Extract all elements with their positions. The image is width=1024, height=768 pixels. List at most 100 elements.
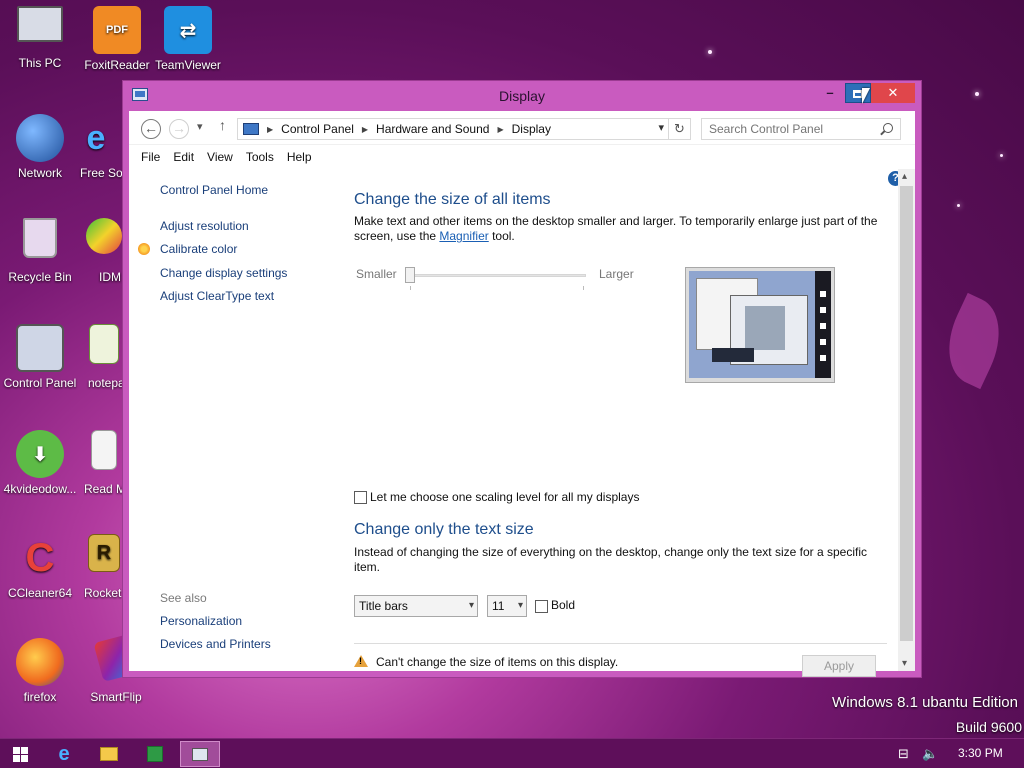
size-slider-track[interactable] (410, 274, 586, 277)
search-box[interactable] (701, 118, 901, 140)
devices-and-printers-link[interactable]: Devices and Printers (160, 637, 271, 651)
window-client: ← → ▾ ↑ ▶ Control Panel ▶ Hardware and S… (129, 111, 915, 677)
back-button[interactable]: ← (141, 119, 161, 139)
scaling-level-checkbox-label[interactable]: Let me choose one scaling level for all … (370, 490, 639, 504)
teamviewer-icon: ⇄ (164, 6, 212, 54)
section-title-all-items: Change the size of all items (354, 191, 551, 208)
size-slider-thumb[interactable] (405, 267, 415, 283)
breadcrumb-separator-icon[interactable]: ▶ (362, 125, 368, 134)
clock[interactable]: 3:30 PM (958, 746, 1003, 760)
address-bar[interactable]: ▶ Control Panel ▶ Hardware and Sound ▶ D… (237, 118, 691, 140)
network-tray-icon[interactable]: ⊟ (898, 746, 909, 762)
desktop-icon-label: IDM (99, 270, 121, 284)
scroll-up-icon[interactable]: ▴ (902, 171, 907, 182)
wallpaper-star (975, 92, 979, 96)
menu-help[interactable]: Help (287, 150, 312, 164)
search-input[interactable] (702, 119, 872, 139)
vertical-scrollbar[interactable]: ▴ ▾ (898, 169, 915, 671)
desktop-icon-foxitreader[interactable]: PDF FoxitReader (77, 6, 157, 72)
control-panel-home-link[interactable]: Control Panel Home (160, 183, 268, 197)
control-panel-icon (16, 324, 64, 372)
font-size-select[interactable]: 11 ▾ (487, 595, 527, 617)
download-cloud-icon: ⬇ (16, 430, 64, 478)
address-dropdown-icon[interactable]: ▾ (658, 121, 664, 134)
desktop-icon-read-me[interactable]: Read M (84, 430, 124, 496)
wallpaper-star (1000, 154, 1003, 157)
refresh-icon[interactable]: ↻ (668, 119, 690, 139)
adjust-cleartype-link[interactable]: Adjust ClearType text (160, 289, 274, 303)
desktop-icon-4kvideodownloader[interactable]: ⬇ 4kvideodow... (0, 430, 80, 496)
desktop-icon-firefox[interactable]: firefox (0, 638, 80, 704)
change-display-settings-link[interactable]: Change display settings (160, 266, 287, 280)
desktop-icon-network[interactable]: Network (0, 114, 80, 180)
windows-logo-icon (12, 746, 28, 762)
desktop-icon-label: FoxitReader (84, 58, 150, 72)
breadcrumb-control-panel[interactable]: Control Panel (281, 122, 354, 136)
chevron-down-icon: ▾ (468, 600, 474, 611)
magnifier-link[interactable]: Magnifier (439, 229, 488, 243)
desktop-icon-label: Recycle Bin (8, 270, 72, 284)
desktop-icon-rocket[interactable]: R Rocket (84, 534, 124, 600)
folder-icon (100, 747, 118, 761)
bold-checkbox[interactable] (535, 600, 548, 613)
search-icon[interactable] (883, 123, 893, 133)
menu-view[interactable]: View (207, 150, 233, 164)
personalization-link[interactable]: Personalization (160, 614, 242, 628)
warning-message: Can't change the size of items on this d… (376, 655, 619, 669)
wallpaper-petal (933, 292, 1015, 390)
desktop-icon-recycle-bin[interactable]: Recycle Bin (0, 218, 80, 284)
recycle-bin-icon (23, 218, 57, 258)
scroll-down-icon[interactable]: ▾ (902, 658, 907, 669)
recent-locations-button[interactable]: ▾ (197, 120, 203, 133)
desktop-icon-teamviewer[interactable]: ⇄ TeamViewer (148, 6, 228, 72)
adjust-resolution-link[interactable]: Adjust resolution (160, 219, 249, 233)
taskbar-control-panel[interactable] (180, 741, 220, 767)
ccleaner-icon: C (25, 535, 55, 580)
mouse-pointer-icon (862, 88, 870, 104)
font-size-value: 11 (492, 599, 505, 613)
taskbar-internet-explorer[interactable]: e (44, 741, 84, 767)
menu-edit[interactable]: Edit (173, 150, 194, 164)
globe-icon (16, 114, 64, 162)
close-button[interactable]: ✕ (871, 83, 915, 103)
volume-muted-icon[interactable]: 🔈 (922, 746, 938, 762)
minimize-button[interactable]: – (820, 83, 840, 103)
apply-button[interactable]: Apply (802, 655, 876, 677)
desktop-icon-label: Read M (84, 482, 124, 496)
section-description-all-items: Make text and other items on the desktop… (354, 214, 884, 244)
desktop-icon-label: CCleaner64 (7, 586, 73, 600)
breadcrumb-display[interactable]: Display (512, 122, 551, 136)
desktop-icon-label: This PC (18, 56, 62, 70)
desktop-icon-label: Rocket (84, 586, 122, 600)
breadcrumb-hardware-and-sound[interactable]: Hardware and Sound (376, 122, 489, 136)
menu-tools[interactable]: Tools (246, 150, 274, 164)
breadcrumb-separator-icon[interactable]: ▶ (267, 125, 273, 134)
wallpaper-star (957, 204, 960, 207)
breadcrumb-separator-icon[interactable]: ▶ (497, 125, 503, 134)
item-type-select[interactable]: Title bars ▾ (354, 595, 478, 617)
slider-smaller-label: Smaller (356, 267, 397, 281)
desktop-icon-notepad[interactable]: notepa (84, 324, 124, 390)
title-bar[interactable]: Display – ✕ (123, 81, 921, 111)
desktop-icon-this-pc[interactable]: This PC (0, 6, 80, 70)
up-button[interactable]: ↑ (219, 117, 226, 133)
edition-watermark: Windows 8.1 ubantu Edition (832, 694, 1018, 711)
taskbar: e ⊟ 🔈 3:30 PM (0, 738, 1024, 768)
foxit-pdf-icon: PDF (93, 6, 141, 54)
bold-checkbox-label[interactable]: Bold (551, 598, 575, 612)
desktop-icon-control-panel[interactable]: Control Panel (0, 324, 80, 390)
menu-file[interactable]: File (141, 150, 160, 164)
scrollbar-thumb[interactable] (900, 186, 913, 641)
taskbar-file-explorer[interactable] (89, 741, 129, 767)
taskbar-store[interactable] (135, 741, 175, 767)
start-button[interactable] (0, 741, 40, 767)
monitor-icon (17, 6, 63, 42)
scaling-level-checkbox[interactable] (354, 491, 367, 504)
desktop-icon-idm[interactable]: IDM (84, 218, 124, 284)
forward-button[interactable]: → (169, 119, 189, 139)
section-title-text-size: Change only the text size (354, 521, 534, 538)
desktop-icon-ccleaner[interactable]: C CCleaner64 (0, 534, 80, 601)
calibrate-color-link[interactable]: Calibrate color (160, 242, 237, 256)
build-watermark: Build 9600 (955, 719, 1022, 735)
desktop-icon-free-software[interactable]: e Free Sof (70, 114, 122, 181)
